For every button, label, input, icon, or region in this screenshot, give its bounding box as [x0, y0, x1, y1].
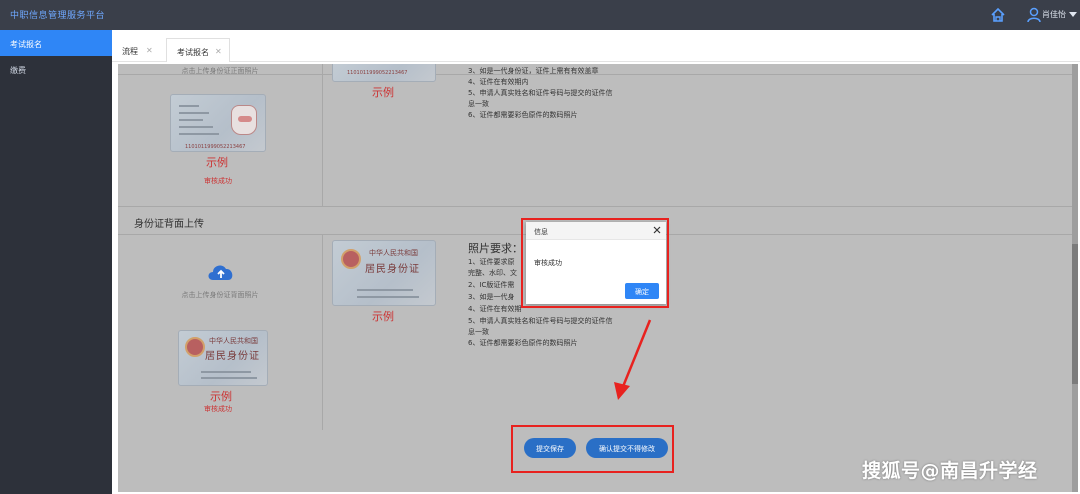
card-title-small: 中华人民共和国 — [369, 249, 418, 257]
tab-exam-registration[interactable]: 考试报名 ✕ — [166, 38, 230, 62]
highlight-box-buttons — [511, 425, 674, 473]
section-title: 身份证背面上传 — [134, 219, 204, 230]
requirement-line: 6、证件都需要彩色原件的数码照片 — [468, 111, 578, 119]
example-label: 示例 — [372, 310, 394, 323]
card-number: 1101011999052213467 — [185, 144, 246, 150]
requirement-line: 1、证件要求原 — [468, 258, 515, 266]
example-label: 示例 — [210, 390, 232, 403]
watermark: 搜狐号@南昌升学经 — [862, 460, 1038, 482]
requirement-line: 4、证件在有效期 — [468, 305, 522, 313]
cloud-upload-icon[interactable] — [206, 260, 236, 282]
requirement-line: 4、证件在有效期内 — [468, 78, 529, 86]
sidebar-item-label: 考试报名 — [10, 40, 42, 49]
requirement-line: 5、申请人真实姓名和证件号码与提交的证件信 — [468, 317, 613, 325]
requirement-line: 5、申请人真实姓名和证件号码与提交的证件信 — [468, 89, 613, 97]
chevron-down-icon[interactable] — [1069, 12, 1077, 17]
requirement-line: 息一致 — [468, 100, 489, 108]
red-arrow-icon — [614, 319, 652, 400]
sidebar-item-payment[interactable]: 缴费 — [0, 56, 112, 82]
example-label: 示例 — [206, 156, 228, 169]
card-number: 1101011999052213467 — [347, 70, 408, 76]
divider — [322, 234, 323, 430]
close-icon[interactable]: ✕ — [146, 46, 153, 55]
home-icon[interactable] — [990, 7, 1006, 23]
card-title-large: 居民身份证 — [205, 351, 260, 362]
close-icon[interactable]: ✕ — [215, 47, 222, 56]
sidebar: 考试报名 缴费 — [0, 30, 112, 494]
id-card-front-sample: 1101011999052213467 — [170, 94, 266, 152]
example-label: 示例 — [372, 86, 394, 99]
divider — [322, 64, 323, 206]
id-card-front-example: 1101011999052213467 — [332, 64, 436, 82]
card-title-large: 居民身份证 — [365, 264, 420, 275]
scrollbar-thumb[interactable] — [1072, 244, 1078, 384]
top-bar: 中职信息管理服务平台 肖佳怡 — [0, 0, 1080, 30]
id-card-back-example: 中华人民共和国 居民身份证 — [332, 240, 436, 306]
user-name[interactable]: 肖佳怡 — [1042, 9, 1066, 20]
sidebar-item-label: 缴费 — [10, 66, 26, 75]
tab-bar: 流程 ✕ 考试报名 ✕ — [112, 30, 1080, 62]
requirement-line: 完整、水印、文 — [468, 269, 517, 277]
tab-label: 流程 — [122, 47, 138, 56]
id-card-back-sample: 中华人民共和国 居民身份证 — [178, 330, 268, 386]
app-title: 中职信息管理服务平台 — [10, 11, 106, 21]
tab-label: 考试报名 — [177, 48, 209, 57]
user-icon[interactable] — [1027, 7, 1041, 23]
upload-hint-back[interactable]: 点击上传身份证背面照片 — [118, 290, 322, 300]
upload-hint-front[interactable]: 点击上传身份证正面照片 — [118, 66, 322, 76]
requirement-line: 6、证件都需要彩色原件的数码照片 — [468, 339, 578, 347]
status-text: 审核成功 — [204, 405, 232, 413]
divider — [118, 206, 1078, 207]
requirement-line: 3、如是一代身份证，证件上需有有效盖章 — [468, 67, 599, 75]
tab-process[interactable]: 流程 ✕ — [112, 38, 162, 62]
status-text: 审核成功 — [204, 177, 232, 185]
requirement-line: 2、IC版证件需 — [468, 281, 515, 289]
requirement-line: 息一致 — [468, 328, 489, 336]
requirement-line: 3、如是一代身 — [468, 293, 515, 301]
highlight-box-dialog — [521, 218, 669, 308]
requirements-title: 照片要求： — [468, 242, 523, 255]
card-title-small: 中华人民共和国 — [209, 337, 258, 345]
sidebar-item-exam-registration[interactable]: 考试报名 — [0, 30, 112, 56]
